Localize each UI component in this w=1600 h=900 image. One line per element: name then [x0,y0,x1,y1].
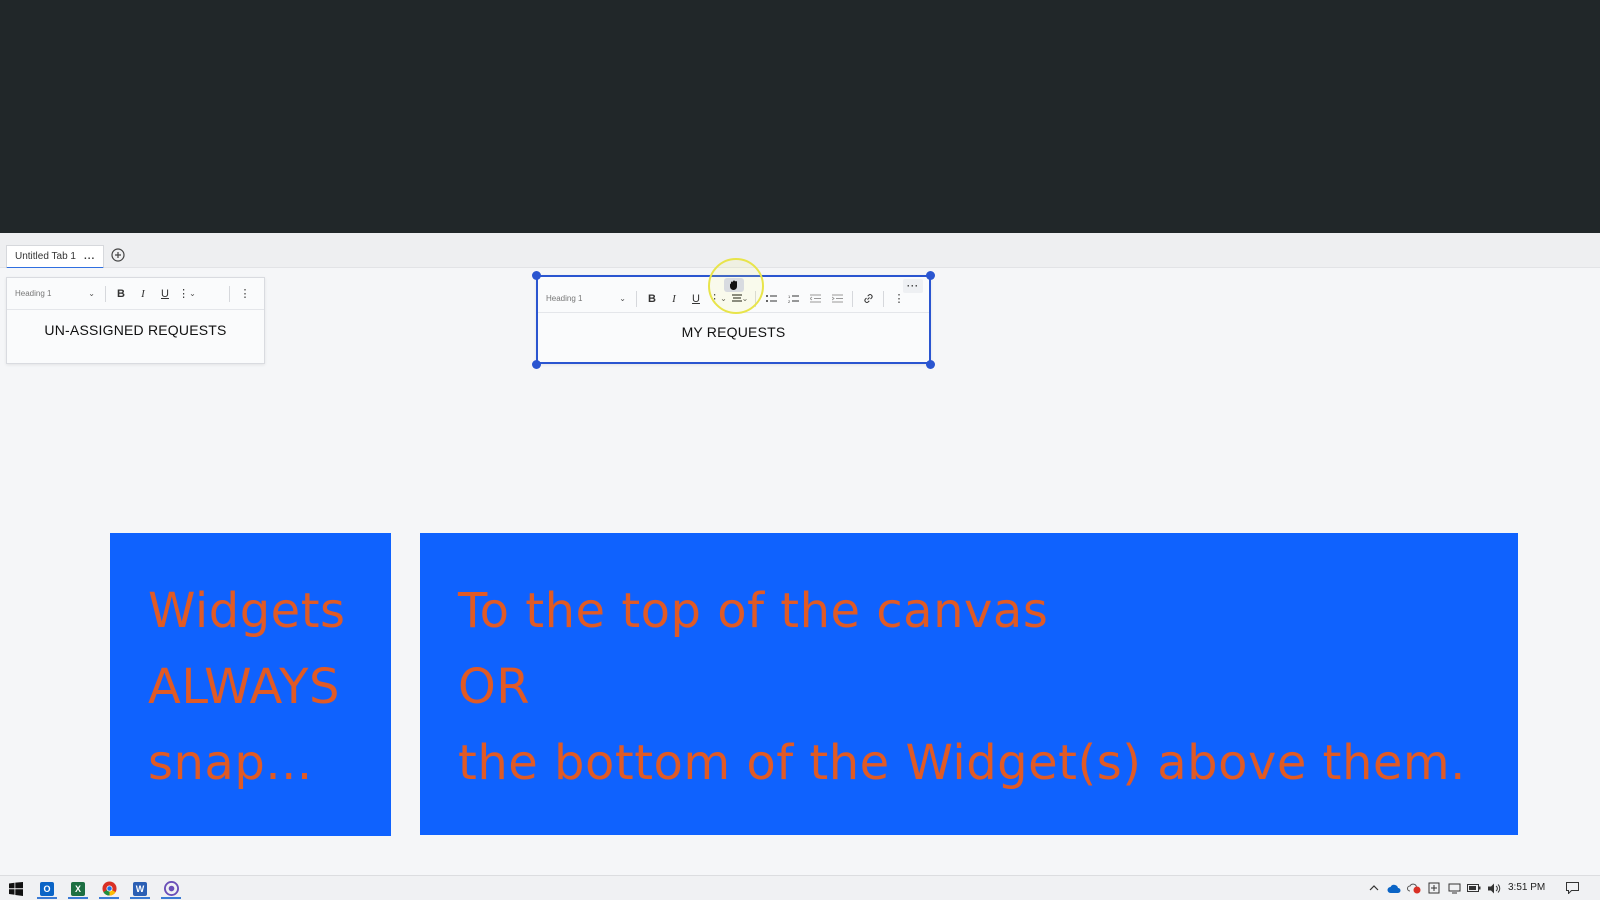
style-select[interactable]: Heading 1 ⌄ [15,289,101,298]
italic-icon[interactable]: I [132,283,154,305]
word-icon[interactable]: W [130,879,150,899]
tab-more-button[interactable]: ... [84,251,95,262]
resize-handle-bottom-right[interactable] [926,360,935,369]
chevron-down-icon: ⌄ [619,294,626,303]
app-icon[interactable] [161,879,181,899]
widget-title[interactable]: MY REQUESTS [538,324,929,340]
windows-start-icon[interactable] [6,879,26,898]
outlook-icon[interactable]: O [37,879,57,899]
excel-glyph: X [71,881,85,896]
outlook-glyph: O [40,881,54,896]
tab-bar: Untitled Tab 1 ... [0,233,1600,269]
more-format-icon[interactable]: ⋮ ⌄ [176,283,198,305]
underline-icon[interactable]: U [685,288,707,310]
tab-label: Untitled Tab 1 [15,251,76,262]
divider [229,285,230,302]
numbered-list-icon[interactable]: 12 [782,288,804,310]
style-select-label: Heading 1 [15,289,52,298]
kebab-menu-icon[interactable]: ⋮ [234,283,256,305]
divider [105,285,106,302]
divider [852,290,853,307]
outdent-icon[interactable] [804,288,826,310]
add-tab-icon[interactable] [110,247,126,263]
link-icon[interactable] [857,288,879,310]
cloud-icon[interactable] [1386,880,1402,896]
excel-icon[interactable]: X [68,879,88,899]
tab-untitled-1[interactable]: Untitled Tab 1 ... [6,245,105,269]
annotation-note-right: To the top of the canvas OR the bottom o… [420,533,1518,835]
widget-more-button[interactable]: ··· [903,279,923,293]
bold-icon[interactable]: B [641,288,663,310]
indent-icon[interactable] [826,288,848,310]
annotation-note-left: Widgets ALWAYS snap... [110,533,391,836]
drag-handle-icon[interactable] [724,278,744,292]
chevron-down-icon: ⌄ [88,289,95,298]
network-icon[interactable] [1446,880,1462,896]
sync-error-icon[interactable] [1406,880,1422,896]
system-clock[interactable]: 3:51 PM [1508,882,1545,893]
resize-handle-top-left[interactable] [532,271,541,280]
text-toolbar: Heading 1 ⌄ B I U ⋮ ⌄ ⋮ [7,278,264,310]
italic-icon[interactable]: I [663,288,685,310]
widget-unassigned-requests[interactable]: Heading 1 ⌄ B I U ⋮ ⌄ ⋮ UN-ASSIGNED REQUE… [6,277,265,364]
divider [636,290,637,307]
word-glyph: W [133,881,147,896]
notification-icon[interactable] [1564,880,1580,896]
volume-icon[interactable] [1486,880,1502,896]
divider [883,290,884,307]
style-select-label: Heading 1 [546,294,583,303]
resize-handle-top-right[interactable] [926,271,935,280]
resize-handle-bottom-left[interactable] [532,360,541,369]
underline-icon[interactable]: U [154,283,176,305]
dark-header-area [0,0,1600,233]
security-icon[interactable] [1426,880,1442,896]
chevron-up-icon[interactable] [1366,880,1382,896]
bold-icon[interactable]: B [110,283,132,305]
chrome-icon[interactable] [99,879,119,899]
svg-text:2: 2 [788,299,791,304]
widget-title[interactable]: UN-ASSIGNED REQUESTS [7,322,264,338]
battery-icon[interactable] [1466,880,1482,896]
windows-taskbar: O X W 3:51 PM [0,875,1600,900]
style-select[interactable]: Heading 1 ⌄ [546,294,632,303]
